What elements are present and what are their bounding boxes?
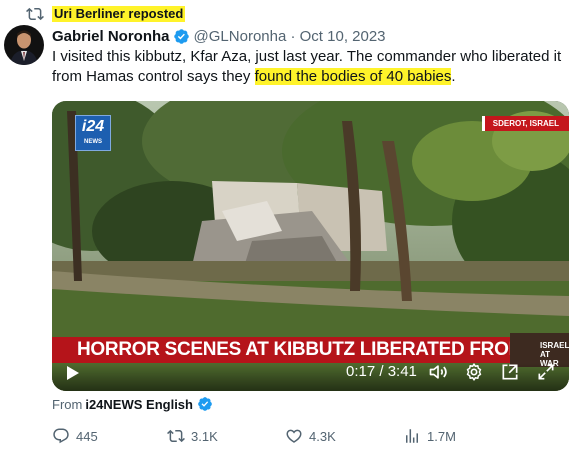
source-account[interactable]: i24NEWS English bbox=[85, 397, 193, 412]
repost-text: Uri Berliner reposted bbox=[52, 6, 186, 22]
views-count: 1.7M bbox=[427, 428, 456, 444]
play-icon[interactable] bbox=[66, 365, 80, 381]
controls-backdrop bbox=[52, 363, 569, 391]
channel-logo-main: i24 bbox=[81, 118, 105, 135]
repost-icon bbox=[26, 7, 44, 21]
repost-icon bbox=[167, 429, 185, 443]
location-label: SDEROT, ISRAEL bbox=[481, 116, 569, 131]
author-name[interactable]: Gabriel Noronha bbox=[52, 28, 170, 45]
tweet-header: Gabriel Noronha @GLNoronha · Oct 10, 202… bbox=[52, 25, 386, 47]
channel-logo-sub: NEWS bbox=[84, 139, 102, 145]
views-chart-icon bbox=[406, 429, 418, 443]
reply-count: 445 bbox=[76, 428, 98, 444]
war-badge-line-1: ISRAEL bbox=[540, 341, 569, 350]
video-player[interactable]: i24 NEWS SDEROT, ISRAEL HORROR SCENES AT… bbox=[52, 101, 569, 391]
dock-video-icon[interactable] bbox=[500, 362, 520, 382]
author-handle-and-date[interactable]: @GLNoronha · Oct 10, 2023 bbox=[194, 28, 386, 45]
avatar-image bbox=[4, 25, 44, 65]
tweet-actions: 445 3.1K 4.3K 1.7M bbox=[52, 425, 572, 447]
repost-count: 3.1K bbox=[191, 428, 218, 444]
video-source: From i24NEWS English bbox=[52, 394, 213, 414]
tweet-text-highlight: found the bodies of 40 babies bbox=[254, 68, 452, 85]
news-ticker: HORROR SCENES AT KIBBUTZ LIBERATED FROM … bbox=[52, 337, 510, 363]
tweet-text: I visited this kibbutz, Kfar Aza, just l… bbox=[52, 47, 577, 87]
video-time: 0:17 / 3:41 bbox=[346, 363, 417, 380]
settings-gear-icon[interactable] bbox=[464, 362, 484, 382]
like-count: 4.3K bbox=[309, 428, 336, 444]
tweet-text-part-2: . bbox=[451, 68, 456, 85]
repost-button[interactable]: 3.1K bbox=[167, 425, 218, 447]
like-button[interactable]: 4.3K bbox=[285, 425, 336, 447]
reply-icon bbox=[53, 428, 69, 444]
volume-icon[interactable] bbox=[428, 362, 448, 382]
channel-logo: i24 NEWS bbox=[75, 115, 111, 151]
fullscreen-icon[interactable] bbox=[536, 362, 556, 382]
repost-indicator[interactable]: Uri Berliner reposted bbox=[26, 4, 186, 24]
reply-button[interactable]: 445 bbox=[52, 425, 98, 447]
heart-icon bbox=[286, 429, 302, 443]
avatar[interactable] bbox=[4, 25, 44, 65]
verified-badge-icon bbox=[198, 397, 212, 411]
views-button[interactable]: 1.7M bbox=[403, 425, 456, 447]
source-from-label: From bbox=[52, 396, 83, 412]
verified-badge-icon bbox=[173, 28, 189, 44]
